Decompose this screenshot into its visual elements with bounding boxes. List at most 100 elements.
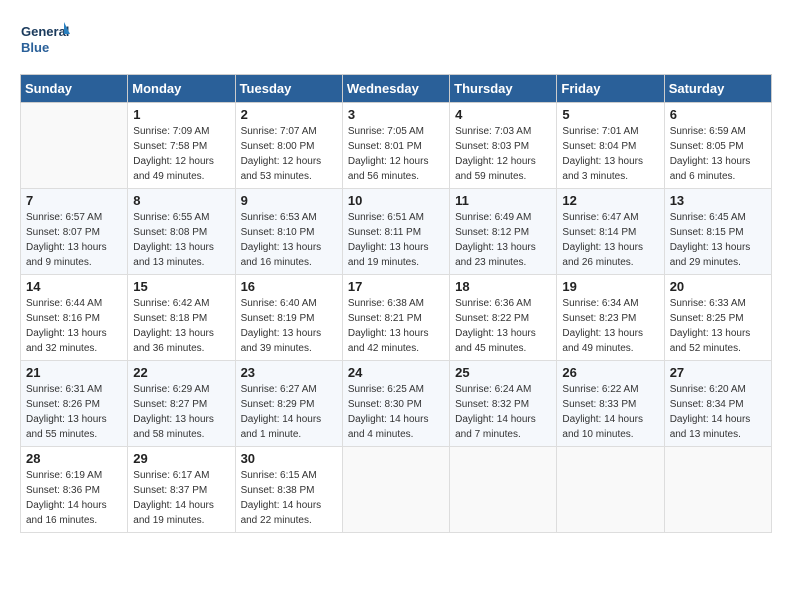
day-cell: 25 Sunrise: 6:24 AMSunset: 8:32 PMDaylig… bbox=[450, 361, 557, 447]
week-row-3: 14 Sunrise: 6:44 AMSunset: 8:16 PMDaylig… bbox=[21, 275, 772, 361]
day-info: Sunrise: 6:47 AMSunset: 8:14 PMDaylight:… bbox=[562, 210, 658, 270]
day-cell: 23 Sunrise: 6:27 AMSunset: 8:29 PMDaylig… bbox=[235, 361, 342, 447]
day-cell bbox=[450, 447, 557, 533]
day-cell: 13 Sunrise: 6:45 AMSunset: 8:15 PMDaylig… bbox=[664, 189, 771, 275]
day-cell bbox=[557, 447, 664, 533]
day-cell bbox=[21, 103, 128, 189]
week-row-2: 7 Sunrise: 6:57 AMSunset: 8:07 PMDayligh… bbox=[21, 189, 772, 275]
day-header-sunday: Sunday bbox=[21, 75, 128, 103]
day-header-friday: Friday bbox=[557, 75, 664, 103]
day-number: 10 bbox=[348, 193, 444, 208]
day-info: Sunrise: 6:42 AMSunset: 8:18 PMDaylight:… bbox=[133, 296, 229, 356]
day-number: 6 bbox=[670, 107, 766, 122]
logo-svg: General Blue bbox=[20, 20, 70, 64]
day-cell: 8 Sunrise: 6:55 AMSunset: 8:08 PMDayligh… bbox=[128, 189, 235, 275]
day-number: 12 bbox=[562, 193, 658, 208]
day-cell: 26 Sunrise: 6:22 AMSunset: 8:33 PMDaylig… bbox=[557, 361, 664, 447]
day-cell: 30 Sunrise: 6:15 AMSunset: 8:38 PMDaylig… bbox=[235, 447, 342, 533]
day-info: Sunrise: 6:49 AMSunset: 8:12 PMDaylight:… bbox=[455, 210, 551, 270]
day-cell: 7 Sunrise: 6:57 AMSunset: 8:07 PMDayligh… bbox=[21, 189, 128, 275]
day-info: Sunrise: 6:15 AMSunset: 8:38 PMDaylight:… bbox=[241, 468, 337, 528]
day-cell: 24 Sunrise: 6:25 AMSunset: 8:30 PMDaylig… bbox=[342, 361, 449, 447]
day-number: 7 bbox=[26, 193, 122, 208]
day-info: Sunrise: 6:24 AMSunset: 8:32 PMDaylight:… bbox=[455, 382, 551, 442]
day-header-saturday: Saturday bbox=[664, 75, 771, 103]
day-number: 13 bbox=[670, 193, 766, 208]
day-number: 15 bbox=[133, 279, 229, 294]
day-number: 24 bbox=[348, 365, 444, 380]
day-header-tuesday: Tuesday bbox=[235, 75, 342, 103]
day-number: 19 bbox=[562, 279, 658, 294]
day-cell: 10 Sunrise: 6:51 AMSunset: 8:11 PMDaylig… bbox=[342, 189, 449, 275]
day-cell: 20 Sunrise: 6:33 AMSunset: 8:25 PMDaylig… bbox=[664, 275, 771, 361]
day-info: Sunrise: 7:09 AMSunset: 7:58 PMDaylight:… bbox=[133, 124, 229, 184]
day-info: Sunrise: 6:27 AMSunset: 8:29 PMDaylight:… bbox=[241, 382, 337, 442]
day-info: Sunrise: 6:22 AMSunset: 8:33 PMDaylight:… bbox=[562, 382, 658, 442]
day-cell: 4 Sunrise: 7:03 AMSunset: 8:03 PMDayligh… bbox=[450, 103, 557, 189]
svg-text:General: General bbox=[21, 24, 69, 39]
day-number: 27 bbox=[670, 365, 766, 380]
day-number: 21 bbox=[26, 365, 122, 380]
day-info: Sunrise: 7:05 AMSunset: 8:01 PMDaylight:… bbox=[348, 124, 444, 184]
day-info: Sunrise: 6:45 AMSunset: 8:15 PMDaylight:… bbox=[670, 210, 766, 270]
day-info: Sunrise: 7:07 AMSunset: 8:00 PMDaylight:… bbox=[241, 124, 337, 184]
day-cell: 22 Sunrise: 6:29 AMSunset: 8:27 PMDaylig… bbox=[128, 361, 235, 447]
day-cell: 16 Sunrise: 6:40 AMSunset: 8:19 PMDaylig… bbox=[235, 275, 342, 361]
day-info: Sunrise: 6:53 AMSunset: 8:10 PMDaylight:… bbox=[241, 210, 337, 270]
day-info: Sunrise: 6:44 AMSunset: 8:16 PMDaylight:… bbox=[26, 296, 122, 356]
day-cell: 28 Sunrise: 6:19 AMSunset: 8:36 PMDaylig… bbox=[21, 447, 128, 533]
day-number: 28 bbox=[26, 451, 122, 466]
day-cell: 29 Sunrise: 6:17 AMSunset: 8:37 PMDaylig… bbox=[128, 447, 235, 533]
day-number: 17 bbox=[348, 279, 444, 294]
day-info: Sunrise: 6:38 AMSunset: 8:21 PMDaylight:… bbox=[348, 296, 444, 356]
day-number: 16 bbox=[241, 279, 337, 294]
calendar-table: SundayMondayTuesdayWednesdayThursdayFrid… bbox=[20, 74, 772, 533]
day-cell: 14 Sunrise: 6:44 AMSunset: 8:16 PMDaylig… bbox=[21, 275, 128, 361]
day-info: Sunrise: 6:40 AMSunset: 8:19 PMDaylight:… bbox=[241, 296, 337, 356]
logo: General Blue bbox=[20, 20, 70, 64]
week-row-4: 21 Sunrise: 6:31 AMSunset: 8:26 PMDaylig… bbox=[21, 361, 772, 447]
day-number: 14 bbox=[26, 279, 122, 294]
day-cell: 6 Sunrise: 6:59 AMSunset: 8:05 PMDayligh… bbox=[664, 103, 771, 189]
day-number: 8 bbox=[133, 193, 229, 208]
day-header-monday: Monday bbox=[128, 75, 235, 103]
day-info: Sunrise: 7:03 AMSunset: 8:03 PMDaylight:… bbox=[455, 124, 551, 184]
day-number: 25 bbox=[455, 365, 551, 380]
day-number: 22 bbox=[133, 365, 229, 380]
week-row-1: 1 Sunrise: 7:09 AMSunset: 7:58 PMDayligh… bbox=[21, 103, 772, 189]
day-cell bbox=[342, 447, 449, 533]
day-info: Sunrise: 6:33 AMSunset: 8:25 PMDaylight:… bbox=[670, 296, 766, 356]
day-header-wednesday: Wednesday bbox=[342, 75, 449, 103]
day-cell: 17 Sunrise: 6:38 AMSunset: 8:21 PMDaylig… bbox=[342, 275, 449, 361]
day-info: Sunrise: 7:01 AMSunset: 8:04 PMDaylight:… bbox=[562, 124, 658, 184]
day-number: 5 bbox=[562, 107, 658, 122]
day-info: Sunrise: 6:20 AMSunset: 8:34 PMDaylight:… bbox=[670, 382, 766, 442]
day-info: Sunrise: 6:36 AMSunset: 8:22 PMDaylight:… bbox=[455, 296, 551, 356]
day-number: 4 bbox=[455, 107, 551, 122]
day-cell: 15 Sunrise: 6:42 AMSunset: 8:18 PMDaylig… bbox=[128, 275, 235, 361]
day-cell: 19 Sunrise: 6:34 AMSunset: 8:23 PMDaylig… bbox=[557, 275, 664, 361]
day-cell: 18 Sunrise: 6:36 AMSunset: 8:22 PMDaylig… bbox=[450, 275, 557, 361]
day-cell bbox=[664, 447, 771, 533]
day-cell: 5 Sunrise: 7:01 AMSunset: 8:04 PMDayligh… bbox=[557, 103, 664, 189]
header-row: SundayMondayTuesdayWednesdayThursdayFrid… bbox=[21, 75, 772, 103]
day-info: Sunrise: 6:59 AMSunset: 8:05 PMDaylight:… bbox=[670, 124, 766, 184]
day-number: 26 bbox=[562, 365, 658, 380]
day-number: 11 bbox=[455, 193, 551, 208]
day-cell: 2 Sunrise: 7:07 AMSunset: 8:00 PMDayligh… bbox=[235, 103, 342, 189]
day-info: Sunrise: 6:51 AMSunset: 8:11 PMDaylight:… bbox=[348, 210, 444, 270]
day-number: 2 bbox=[241, 107, 337, 122]
day-cell: 12 Sunrise: 6:47 AMSunset: 8:14 PMDaylig… bbox=[557, 189, 664, 275]
day-info: Sunrise: 6:57 AMSunset: 8:07 PMDaylight:… bbox=[26, 210, 122, 270]
day-number: 23 bbox=[241, 365, 337, 380]
header: General Blue bbox=[20, 20, 772, 64]
day-info: Sunrise: 6:31 AMSunset: 8:26 PMDaylight:… bbox=[26, 382, 122, 442]
day-header-thursday: Thursday bbox=[450, 75, 557, 103]
day-number: 18 bbox=[455, 279, 551, 294]
day-number: 3 bbox=[348, 107, 444, 122]
week-row-5: 28 Sunrise: 6:19 AMSunset: 8:36 PMDaylig… bbox=[21, 447, 772, 533]
day-info: Sunrise: 6:29 AMSunset: 8:27 PMDaylight:… bbox=[133, 382, 229, 442]
day-info: Sunrise: 6:34 AMSunset: 8:23 PMDaylight:… bbox=[562, 296, 658, 356]
day-number: 30 bbox=[241, 451, 337, 466]
day-info: Sunrise: 6:25 AMSunset: 8:30 PMDaylight:… bbox=[348, 382, 444, 442]
